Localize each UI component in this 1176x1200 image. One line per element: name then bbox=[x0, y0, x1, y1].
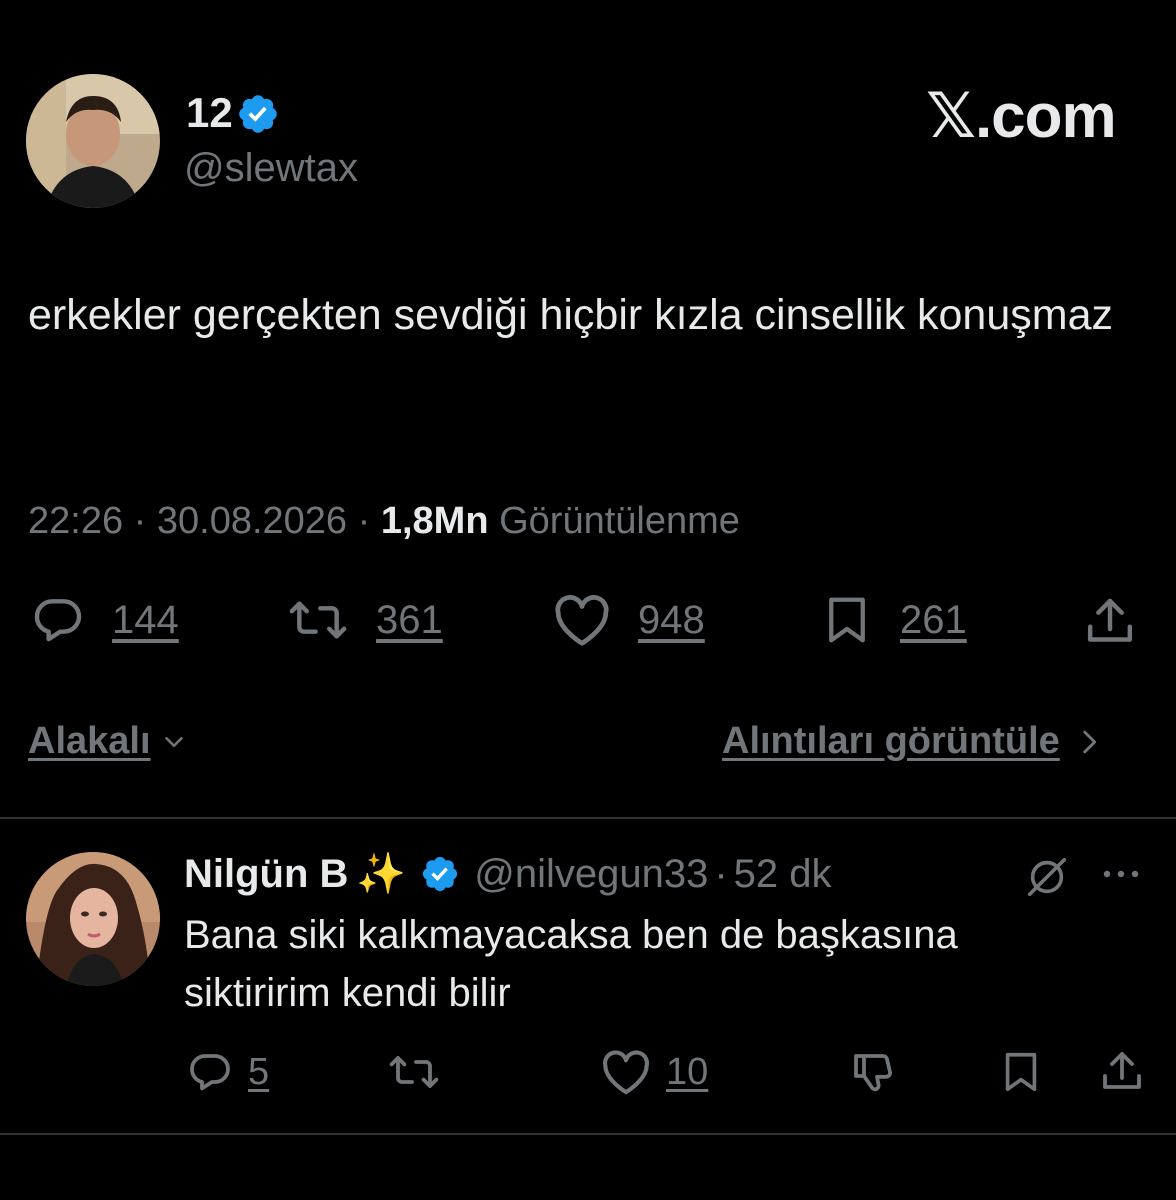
heart-icon bbox=[552, 592, 612, 648]
reply-reply-button[interactable]: 5 bbox=[186, 1048, 269, 1096]
author-handle[interactable]: @slewtax bbox=[184, 144, 358, 192]
grok-icon[interactable] bbox=[1024, 854, 1070, 900]
meta-separator: · bbox=[357, 500, 371, 542]
chevron-right-icon bbox=[1072, 725, 1106, 759]
author-name[interactable]: 12 bbox=[186, 88, 233, 138]
reply-icon bbox=[30, 592, 86, 648]
downvote-button[interactable] bbox=[850, 1048, 898, 1096]
share-icon bbox=[1098, 1048, 1146, 1096]
thumbs-down-icon bbox=[850, 1048, 898, 1096]
reply-like-button[interactable]: 10 bbox=[600, 1048, 708, 1096]
reply-icon bbox=[186, 1048, 234, 1096]
like-count[interactable]: 948 bbox=[638, 598, 705, 643]
tweet-time[interactable]: 22:26 bbox=[28, 500, 123, 542]
views-label: Görüntülenme bbox=[499, 500, 740, 542]
reply-share-button[interactable] bbox=[1098, 1048, 1146, 1096]
reply-author-handle[interactable]: @nilvegun33 bbox=[474, 848, 708, 900]
reply-text: Bana siki kalkmayacaksa ben de başkasına… bbox=[184, 913, 958, 1015]
chevron-down-icon bbox=[159, 727, 189, 757]
author-avatar[interactable] bbox=[26, 74, 160, 208]
tweet-meta: 22:26 · 30.08.2026 · 1,8Mn Görüntülenme bbox=[28, 496, 740, 546]
share-button[interactable] bbox=[1082, 594, 1138, 650]
retweet-count[interactable]: 361 bbox=[376, 598, 443, 643]
bookmark-icon bbox=[998, 1048, 1044, 1096]
reply-reply-count[interactable]: 5 bbox=[248, 1051, 269, 1094]
reply-retweet-button[interactable] bbox=[386, 1048, 442, 1096]
reply-like-count[interactable]: 10 bbox=[666, 1051, 708, 1094]
retweet-icon bbox=[286, 592, 350, 648]
reply-bookmark-button[interactable] bbox=[998, 1048, 1044, 1096]
more-options-icon[interactable] bbox=[1100, 866, 1142, 882]
tweet-text: erkekler gerçekten sevdiği hiçbir kızla … bbox=[28, 291, 1113, 339]
tweet-date[interactable]: 30.08.2026 bbox=[157, 500, 347, 542]
retweet-button[interactable]: 361 bbox=[286, 592, 443, 648]
meta-separator: · bbox=[133, 500, 147, 542]
reply-author-avatar[interactable] bbox=[26, 852, 160, 986]
reply-author-name[interactable]: Nilgün B bbox=[184, 848, 348, 900]
bookmark-button[interactable]: 261 bbox=[820, 592, 967, 648]
sort-dropdown[interactable]: Alakalı bbox=[28, 720, 189, 763]
verified-badge-icon bbox=[420, 854, 460, 894]
views-count: 1,8Mn bbox=[380, 500, 489, 542]
reply-separator: · bbox=[714, 852, 728, 896]
brand-watermark: 𝕏.com bbox=[926, 82, 1117, 151]
sparkles-emoji: ✨ bbox=[356, 852, 407, 896]
reply-count[interactable]: 144 bbox=[112, 598, 179, 643]
retweet-icon bbox=[386, 1048, 442, 1096]
share-icon bbox=[1082, 594, 1138, 650]
like-button[interactable]: 948 bbox=[552, 592, 705, 648]
heart-icon bbox=[600, 1048, 652, 1096]
sort-label: Alakalı bbox=[28, 720, 151, 762]
bookmark-count[interactable]: 261 bbox=[900, 598, 967, 643]
view-quotes-label: Alıntıları görüntüle bbox=[722, 720, 1060, 762]
view-quotes-link[interactable]: Alıntıları görüntüle bbox=[722, 720, 1106, 763]
reply-button[interactable]: 144 bbox=[30, 592, 179, 648]
divider bbox=[0, 1133, 1176, 1135]
bookmark-icon bbox=[820, 592, 874, 648]
reply-header: Nilgün B ✨ @nilvegun33 · 52 dk bbox=[184, 848, 832, 900]
divider bbox=[0, 817, 1176, 819]
verified-badge-icon bbox=[236, 92, 280, 136]
reply-age[interactable]: 52 dk bbox=[734, 848, 832, 900]
